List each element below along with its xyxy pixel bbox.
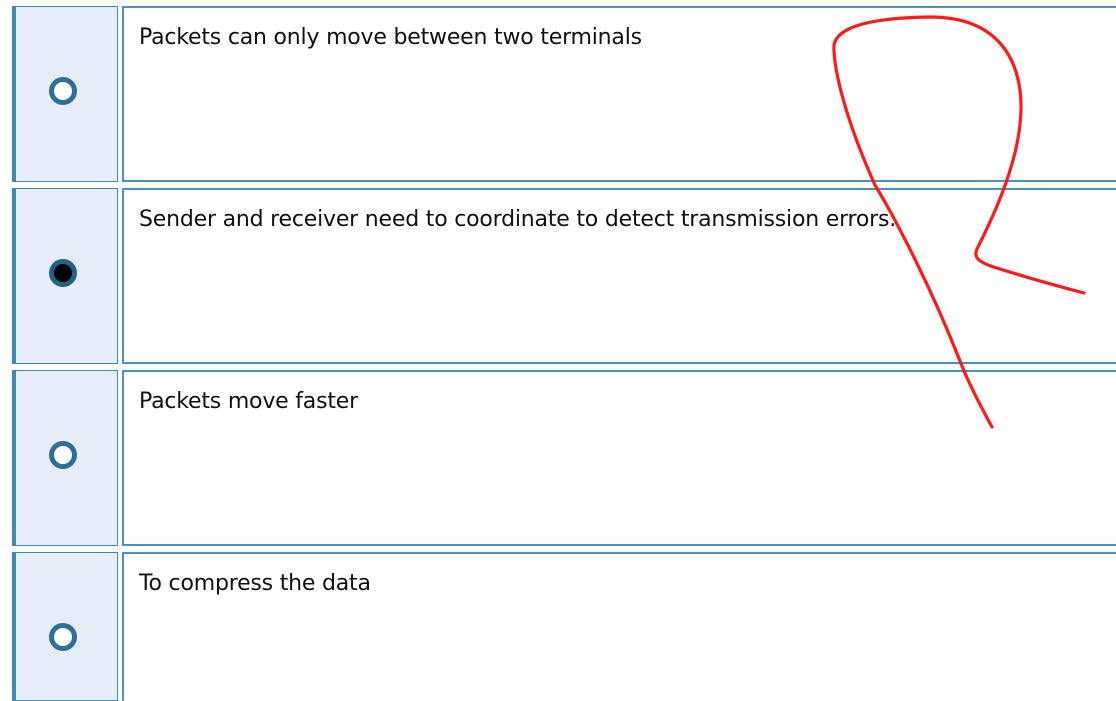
radio-unchecked-icon[interactable] [49, 77, 77, 105]
option-row-2[interactable]: Sender and receiver need to coordinate t… [12, 188, 1116, 366]
option-2-label: Sender and receiver need to coordinate t… [139, 207, 897, 232]
option-row-4[interactable]: To compress the data [12, 552, 1116, 701]
option-row-3[interactable]: Packets move faster [12, 370, 1116, 548]
option-3-radio-cell[interactable] [12, 370, 123, 546]
option-4-label: To compress the data [139, 571, 371, 596]
option-2-radio-cell[interactable] [12, 188, 123, 364]
radio-unchecked-icon[interactable] [49, 623, 77, 651]
radio-unchecked-icon[interactable] [49, 441, 77, 469]
answer-options: Packets can only move between two termin… [0, 0, 1116, 701]
option-1-label: Packets can only move between two termin… [139, 25, 642, 50]
radio-checked-icon[interactable] [49, 259, 77, 287]
option-4-text-cell[interactable]: To compress the data [122, 552, 1116, 701]
option-3-text-cell[interactable]: Packets move faster [122, 370, 1116, 546]
option-2-text-cell[interactable]: Sender and receiver need to coordinate t… [122, 188, 1116, 364]
option-1-text-cell[interactable]: Packets can only move between two termin… [122, 6, 1116, 182]
option-row-1[interactable]: Packets can only move between two termin… [12, 6, 1116, 184]
option-4-radio-cell[interactable] [12, 552, 123, 701]
option-3-label: Packets move faster [139, 389, 358, 414]
option-1-radio-cell[interactable] [12, 6, 123, 182]
